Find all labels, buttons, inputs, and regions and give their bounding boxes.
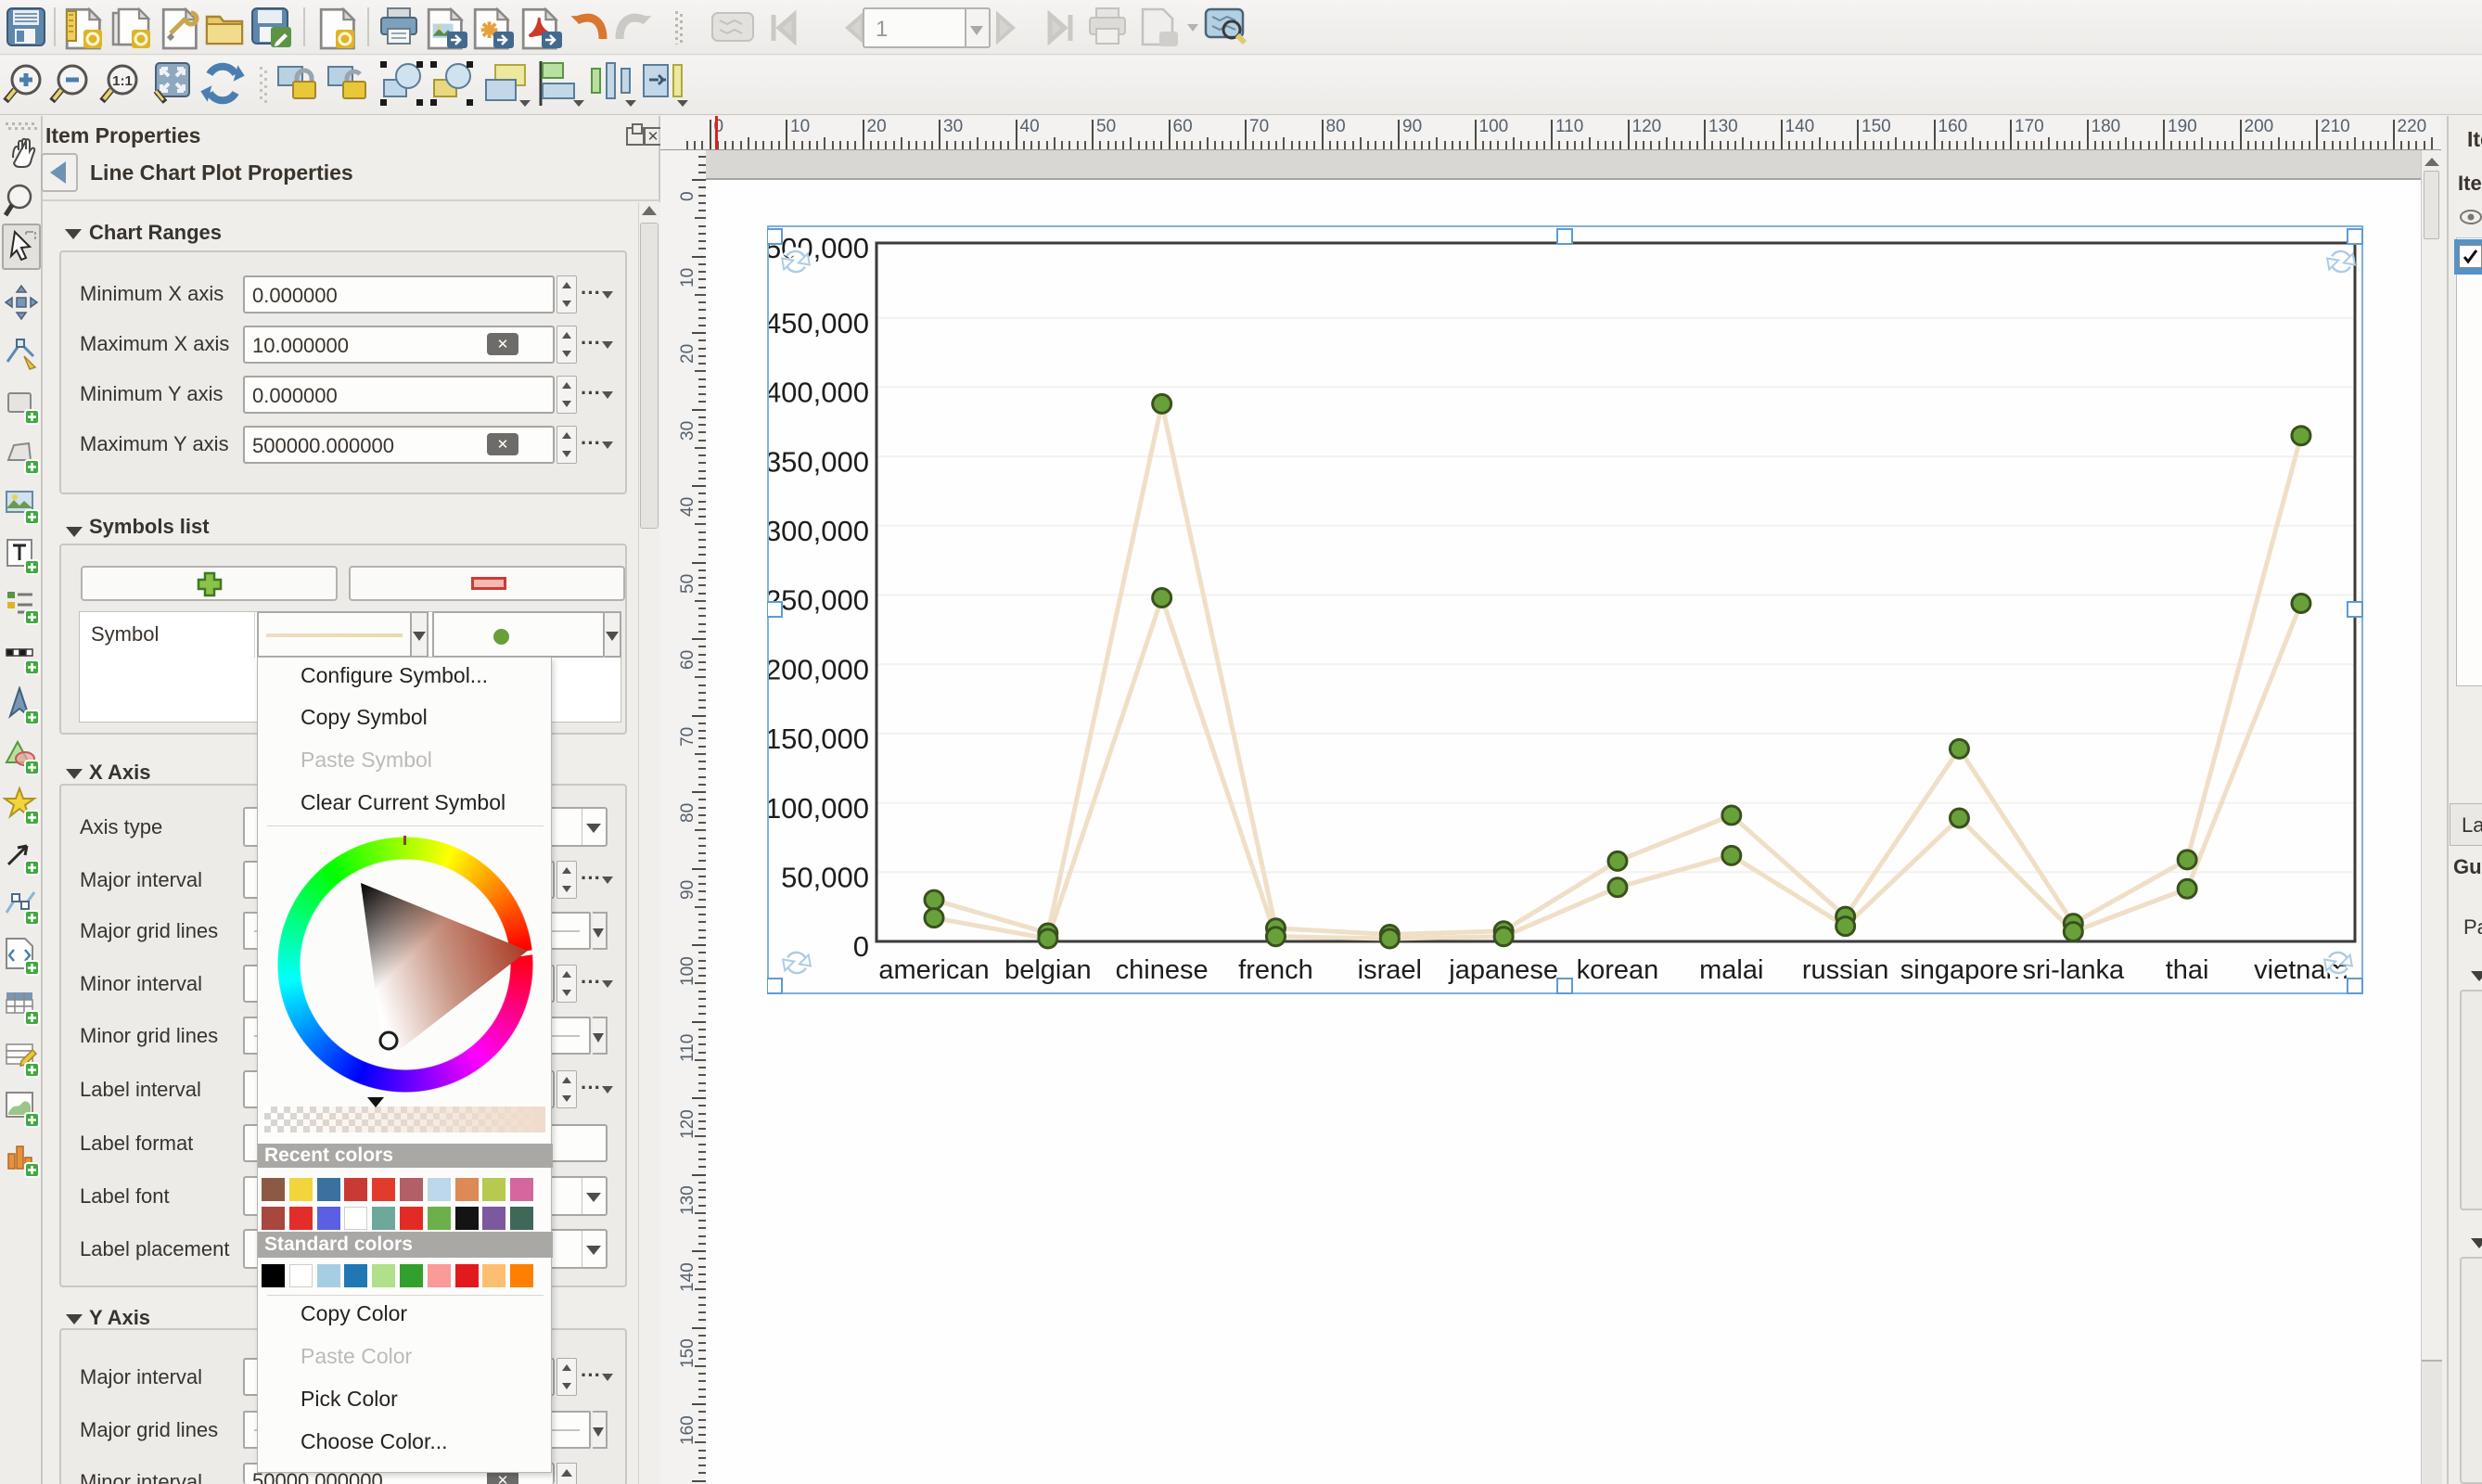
svg-text:1:1: 1:1 — [112, 73, 133, 89]
svg-text:israel: israel — [1358, 955, 1422, 985]
svg-text:belgian: belgian — [1004, 955, 1092, 985]
svg-text:korean: korean — [1577, 955, 1659, 985]
svg-text:450,000: 450,000 — [767, 307, 869, 339]
svg-text:french: french — [1238, 955, 1313, 985]
svg-text:150,000: 150,000 — [767, 723, 869, 755]
svg-text:thai: thai — [2166, 955, 2209, 985]
svg-text:200,000: 200,000 — [767, 653, 869, 685]
svg-text:350,000: 350,000 — [767, 445, 869, 478]
svg-text:japanese: japanese — [1448, 955, 1558, 985]
svg-text:american: american — [878, 955, 989, 985]
svg-text:chinese: chinese — [1116, 955, 1209, 985]
svg-text:300,000: 300,000 — [767, 515, 869, 547]
svg-text:400,000: 400,000 — [767, 377, 869, 409]
svg-text:malai: malai — [1699, 955, 1763, 985]
svg-text:50,000: 50,000 — [781, 861, 869, 893]
svg-text:0: 0 — [853, 930, 869, 963]
svg-text:russian: russian — [1802, 955, 1889, 985]
svg-text:sri-lanka: sri-lanka — [2023, 955, 2125, 985]
svg-text:singapore: singapore — [1900, 955, 2018, 985]
svg-text:100,000: 100,000 — [767, 792, 869, 825]
